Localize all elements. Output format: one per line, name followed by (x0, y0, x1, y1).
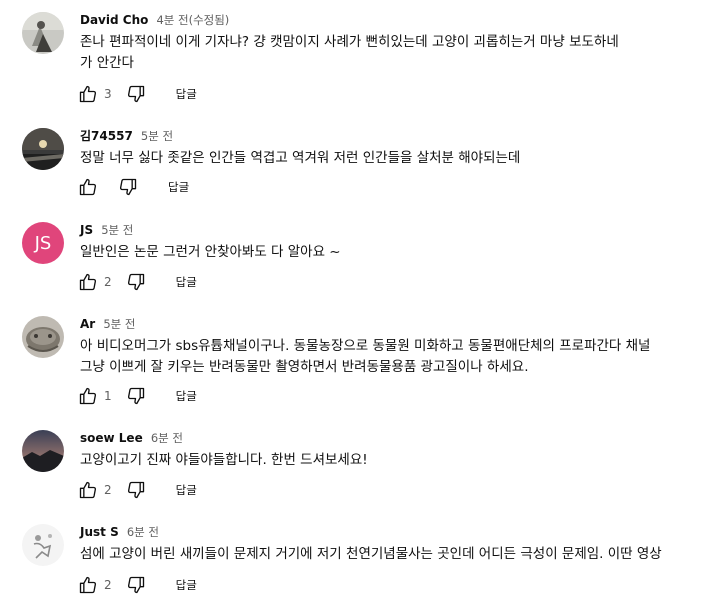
comment-text-line: 고양이고기 진짜 야들야들합니다. 한번 드셔보세요! (80, 452, 368, 468)
avatar-initials: JS (22, 222, 64, 264)
comment-text-line: 섬에 고양이 버린 새끼들이 문제지 거기에 저기 천연기념물사는 곳인데 어디… (80, 546, 662, 562)
comment-actions: 2 답글 (78, 478, 197, 502)
comment-header: Ar 5분 전 (80, 314, 719, 332)
comment-actions: 3 답글 (78, 82, 197, 106)
thumb-down-icon (126, 386, 146, 406)
comment-time[interactable]: 6분 전 (151, 431, 183, 445)
like-count: 2 (104, 578, 112, 592)
comment-text: 존나 편파적이네 이게 기자냐? 걍 캣맘이지 사례가 뻔히있는데 고양이 괴롭… (80, 32, 719, 74)
like-button[interactable]: 2 (78, 272, 112, 292)
dislike-button[interactable] (126, 272, 146, 292)
comment-body: 김74557 5분 전 정말 너무 싫다 좃같은 인간들 역겹고 역겨워 저런 … (80, 126, 719, 169)
author-name[interactable]: 김74557 (80, 129, 133, 143)
comment-header: soew Lee 6분 전 (80, 428, 719, 446)
comment-actions: 답글 (78, 175, 189, 199)
comment-text: 정말 너무 싫다 좃같은 인간들 역겹고 역겨워 저런 인간들을 살처분 해야되… (80, 148, 719, 169)
comment-body: David Cho 4분 전(수정됨) 존나 편파적이네 이게 기자냐? 걍 캣… (80, 10, 719, 74)
comment-actions: 2 답글 (78, 573, 197, 597)
author-name[interactable]: Ar (80, 317, 95, 331)
thumb-down-icon (126, 272, 146, 292)
comment-actions: 1 답글 (78, 384, 197, 408)
like-count: 3 (104, 87, 112, 101)
reply-button[interactable]: 답글 (176, 274, 197, 290)
comment-item: Just S 6분 전 섬에 고양이 버린 새끼들이 문제지 거기에 저기 천연… (0, 522, 719, 600)
comment-text-line: 아 비디오머그가 sbs유튭채널이구나. 동물농장으로 동물원 미화하고 동물편… (80, 338, 651, 354)
comment-item: JS JS 5분 전 일반인은 논문 그런거 안찾아봐도 다 알아요 ~ 2 답… (0, 220, 719, 300)
comment-text-line: 존나 편파적이네 이게 기자냐? 걍 캣맘이지 사례가 뻔히있는데 고양이 괴롭… (80, 34, 619, 50)
thumb-down-icon (126, 480, 146, 500)
thumb-up-icon (78, 480, 98, 500)
avatar[interactable] (22, 12, 64, 54)
comment-time[interactable]: 5분 전 (103, 317, 135, 331)
author-name[interactable]: Just S (80, 525, 119, 539)
like-button[interactable]: 2 (78, 480, 112, 500)
like-count: 2 (104, 483, 112, 497)
comment-text: 일반인은 논문 그런거 안찾아봐도 다 알아요 ~ (80, 242, 719, 263)
thumb-down-icon (118, 177, 138, 197)
reply-button[interactable]: 답글 (168, 179, 189, 195)
thumb-up-icon (78, 177, 98, 197)
reply-button[interactable]: 답글 (176, 577, 197, 593)
avatar[interactable] (22, 430, 64, 472)
comment-time[interactable]: 6분 전 (127, 525, 159, 539)
author-name[interactable]: JS (80, 223, 93, 237)
reply-button[interactable]: 답글 (176, 86, 197, 102)
avatar[interactable] (22, 128, 64, 170)
comment-text: 아 비디오머그가 sbs유튭채널이구나. 동물농장으로 동물원 미화하고 동물편… (80, 336, 719, 378)
dislike-button[interactable] (126, 480, 146, 500)
avatar[interactable] (22, 524, 64, 566)
dislike-button[interactable] (126, 84, 146, 104)
reply-button[interactable]: 답글 (176, 388, 197, 404)
comment-header: David Cho 4분 전(수정됨) (80, 10, 719, 28)
comment-text-line: 그냥 이쁘게 잘 키우는 반려동물만 촬영하면서 반려동물용품 광고질이나 하세… (80, 359, 529, 375)
comment-text-line: 일반인은 논문 그런거 안찾아봐도 다 알아요 ~ (80, 244, 341, 260)
avatar[interactable] (22, 316, 64, 358)
author-name[interactable]: soew Lee (80, 431, 143, 445)
thumb-up-icon (78, 84, 98, 104)
comment-item: soew Lee 6분 전 고양이고기 진짜 야들야들합니다. 한번 드셔보세요… (0, 428, 719, 508)
thumb-up-icon (78, 575, 98, 595)
comment-text-line: 정말 너무 싫다 좃같은 인간들 역겹고 역겨워 저런 인간들을 살처분 해야되… (80, 150, 521, 166)
dislike-button[interactable] (118, 177, 138, 197)
comment-text: 섬에 고양이 버린 새끼들이 문제지 거기에 저기 천연기념물사는 곳인데 어디… (80, 544, 719, 565)
dislike-button[interactable] (126, 575, 146, 595)
author-name[interactable]: David Cho (80, 13, 148, 27)
comment-time[interactable]: 5분 전 (101, 223, 133, 237)
comment-item: Ar 5분 전 아 비디오머그가 sbs유튭채널이구나. 동물농장으로 동물원 … (0, 314, 719, 414)
thumb-down-icon (126, 84, 146, 104)
comment-body: JS 5분 전 일반인은 논문 그런거 안찾아봐도 다 알아요 ~ (80, 220, 719, 263)
comment-header: Just S 6분 전 (80, 522, 719, 540)
dislike-button[interactable] (126, 386, 146, 406)
like-button[interactable] (78, 177, 104, 197)
comment-body: soew Lee 6분 전 고양이고기 진짜 야들야들합니다. 한번 드셔보세요… (80, 428, 719, 471)
like-button[interactable]: 3 (78, 84, 112, 104)
like-button[interactable]: 1 (78, 386, 112, 406)
comment-text: 고양이고기 진짜 야들야들합니다. 한번 드셔보세요! (80, 450, 719, 471)
like-count: 1 (104, 389, 112, 403)
comment-time[interactable]: 4분 전(수정됨) (156, 13, 229, 27)
like-count: 2 (104, 275, 112, 289)
comment-body: Just S 6분 전 섬에 고양이 버린 새끼들이 문제지 거기에 저기 천연… (80, 522, 719, 565)
reply-button[interactable]: 답글 (176, 482, 197, 498)
thumb-up-icon (78, 272, 98, 292)
comment-item: David Cho 4분 전(수정됨) 존나 편파적이네 이게 기자냐? 걍 캣… (0, 10, 719, 110)
like-button[interactable]: 2 (78, 575, 112, 595)
comment-time[interactable]: 5분 전 (141, 129, 173, 143)
comment-header: 김74557 5분 전 (80, 126, 719, 144)
avatar[interactable]: JS (22, 222, 64, 264)
comment-text-line: 가 안간다 (80, 55, 134, 71)
comment-header: JS 5분 전 (80, 220, 719, 238)
thumb-down-icon (126, 575, 146, 595)
comment-body: Ar 5분 전 아 비디오머그가 sbs유튭채널이구나. 동물농장으로 동물원 … (80, 314, 719, 378)
comment-actions: 2 답글 (78, 270, 197, 294)
thumb-up-icon (78, 386, 98, 406)
comment-item: 김74557 5분 전 정말 너무 싫다 좃같은 인간들 역겹고 역겨워 저런 … (0, 126, 719, 206)
